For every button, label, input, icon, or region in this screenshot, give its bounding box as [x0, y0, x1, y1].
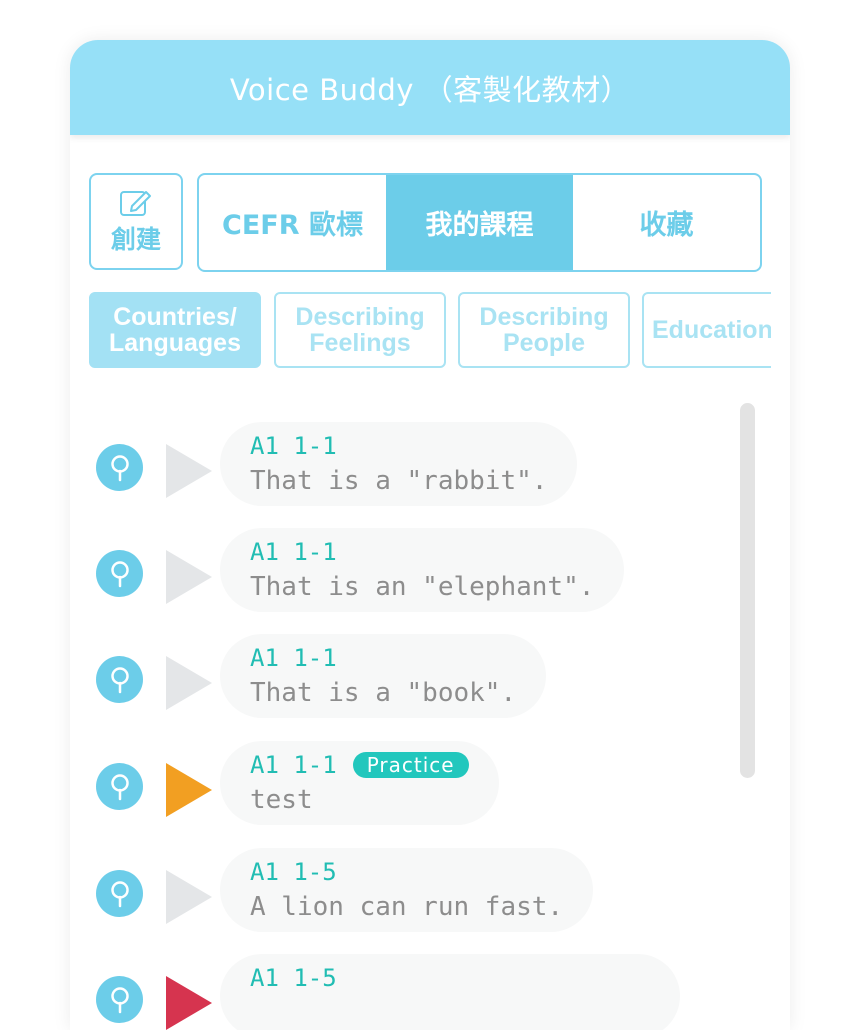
sentence-row: A1 1-5 A lion can run fast. [96, 848, 716, 938]
sentence-row: A1 1-1 Practice test [96, 741, 716, 831]
location-pin-icon [110, 454, 129, 481]
sentence-text: That is a "book". [250, 678, 517, 708]
play-icon[interactable] [166, 550, 212, 604]
location-pin-icon [110, 986, 129, 1013]
pin-button[interactable] [96, 656, 143, 703]
level-label: A1 1-5 [250, 964, 337, 992]
practice-badge: Practice [352, 752, 469, 778]
play-icon[interactable] [166, 444, 212, 498]
sentence-bubble[interactable]: A1 1-1 That is a "rabbit". [220, 422, 578, 506]
create-label: 創建 [110, 224, 161, 254]
play-icon[interactable] [166, 976, 212, 1030]
play-icon[interactable] [166, 763, 212, 817]
course-tabs: CEFR 歐標 我的課程 收藏 [197, 173, 762, 272]
tab-favorites[interactable]: 收藏 [573, 175, 760, 270]
sentence-text: test [250, 785, 313, 815]
tab-my-courses[interactable]: 我的課程 [386, 175, 573, 270]
level-label: A1 1-1 [250, 432, 337, 460]
sentence-row: A1 1-1 That is an "elephant". [96, 528, 716, 618]
sentence-bubble[interactable]: A1 1-1 Practice test [220, 741, 499, 825]
sentence-text: That is an "elephant". [250, 572, 595, 602]
level-label: A1 1-1 [250, 538, 337, 566]
list-scrollbar[interactable] [740, 403, 755, 778]
app-header: Voice Buddy （客製化教材） [70, 40, 790, 135]
app-title: Voice Buddy （客製化教材） [229, 72, 631, 107]
sentence-bubble[interactable]: A1 1-5 [220, 954, 680, 1030]
sentence-row: A1 1-1 That is a "book". [96, 634, 716, 724]
category-chip-describing-feelings[interactable]: Describing Feelings [274, 292, 446, 368]
location-pin-icon [110, 560, 129, 587]
sentence-text: That is a "rabbit". [250, 466, 548, 496]
edit-icon [120, 190, 151, 216]
category-chips: Countries/ Languages Describing Feelings… [89, 292, 771, 370]
location-pin-icon [110, 666, 129, 693]
pin-button[interactable] [96, 763, 143, 810]
create-button[interactable]: 創建 [89, 173, 183, 270]
play-icon[interactable] [166, 656, 212, 710]
pin-button[interactable] [96, 444, 143, 491]
category-chip-education[interactable]: Education [642, 292, 771, 368]
sentence-bubble[interactable]: A1 1-1 That is a "book". [220, 634, 547, 718]
pin-button[interactable] [96, 976, 143, 1023]
pin-button[interactable] [96, 870, 143, 917]
sentence-bubble[interactable]: A1 1-5 A lion can run fast. [220, 848, 594, 932]
location-pin-icon [110, 880, 129, 907]
sentence-row: A1 1-5 [96, 954, 716, 1030]
level-label: A1 1-1 [250, 751, 337, 779]
category-chip-describing-people[interactable]: Describing People [458, 292, 630, 368]
play-icon[interactable] [166, 870, 212, 924]
sentence-row: A1 1-1 That is a "rabbit". [96, 422, 716, 512]
app-card: Voice Buddy （客製化教材） 創建 CEFR 歐標 我的課程 收藏 C… [70, 40, 790, 1030]
level-label: A1 1-5 [250, 858, 337, 886]
location-pin-icon [110, 773, 129, 800]
level-label: A1 1-1 [250, 644, 337, 672]
pin-button[interactable] [96, 550, 143, 597]
sentence-text: A lion can run fast. [250, 892, 564, 922]
sentence-bubble[interactable]: A1 1-1 That is an "elephant". [220, 528, 625, 612]
category-chip-countries-languages[interactable]: Countries/ Languages [89, 292, 261, 368]
tab-cefr[interactable]: CEFR 歐標 [199, 175, 386, 270]
